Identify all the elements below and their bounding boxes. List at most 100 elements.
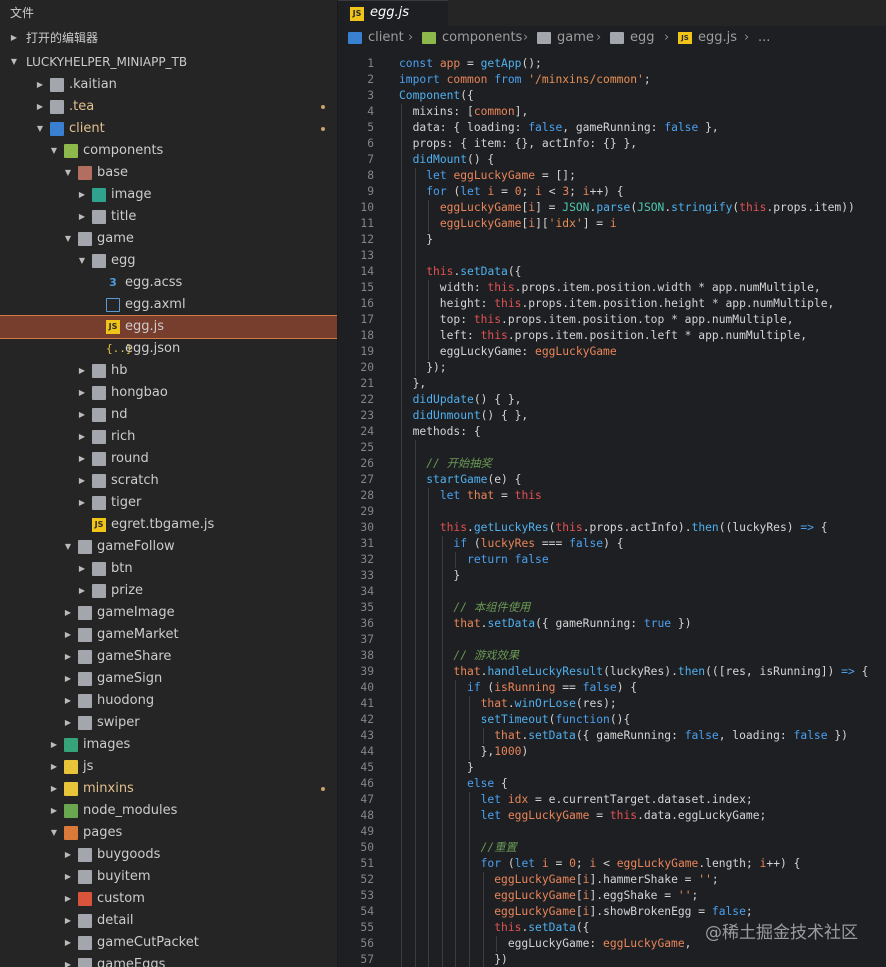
tree-folder-buygoods[interactable]: ▶ buygoods [0,844,337,866]
tree-folder-round[interactable]: ▶ round [0,448,337,470]
tree-folder-gameeggs[interactable]: ▶ gameEggs [0,954,337,967]
tree-folder-node-modules[interactable]: ▶ node_modules [0,800,337,822]
tab-egg-js[interactable]: JS egg.js [338,0,448,27]
tree-item-label: egret.tbgame.js [111,517,215,532]
code-text: } [399,761,474,774]
indent-guide [455,552,457,568]
line-number: 5 [367,121,374,134]
line-number: 7 [367,153,374,166]
code-line: 7 didMount() { [338,152,886,168]
tree-folder-components[interactable]: ▼ components [0,140,337,162]
open-editors-section[interactable]: ▶ 打开的编辑器 [0,27,337,49]
tree-folder-gameimage[interactable]: ▶ gameImage [0,602,337,624]
indent-guide [428,200,430,232]
line-number: 46 [360,777,374,790]
tree-file-egg-acss[interactable]: 3 egg.acss [0,272,337,294]
tree-folder-egg[interactable]: ▼ egg [0,250,337,272]
chevron-down-icon: ▼ [78,256,86,265]
code-text: width: this.props.item.position.width * … [399,281,821,294]
tree-folder-js[interactable]: ▶ js [0,756,337,778]
code-view[interactable]: 1 const app = getApp(); 2 import common fro… [338,56,886,967]
tree-folder-buyitem[interactable]: ▶ buyitem [0,866,337,888]
folder-icon [78,232,92,246]
line-number: 41 [360,697,374,710]
tree-folder-btn[interactable]: ▶ btn [0,558,337,580]
modified-dot-icon [321,105,325,109]
tree-folder-gameshare[interactable]: ▶ gameShare [0,646,337,668]
tree-folder-images[interactable]: ▶ images [0,734,337,756]
tree-folder-huodong[interactable]: ▶ huodong [0,690,337,712]
line-number: 29 [360,505,374,518]
line-number: 50 [360,841,374,854]
breadcrumb: client › components › game › egg › JS egg.js ›... [338,26,886,50]
code-line: 13 [338,248,886,264]
tree-item-label: image [111,187,152,202]
xml-file-icon [106,298,120,312]
tree-item-label: node_modules [83,803,178,818]
tree-folder-gamefollow[interactable]: ▼ gameFollow [0,536,337,558]
line-number: 26 [360,457,374,470]
tree-folder-kaitian[interactable]: ▶ .kaitian [0,74,337,96]
tree-folder-swiper[interactable]: ▶ swiper [0,712,337,734]
line-number: 19 [360,345,374,358]
line-number: 27 [360,473,374,486]
code-text: left: this.props.item.position.left * ap… [399,329,808,342]
tree-folder-scratch[interactable]: ▶ scratch [0,470,337,492]
folder-icon [92,364,106,378]
tree-folder-gamesign[interactable]: ▶ gameSign [0,668,337,690]
tree-folder-pages[interactable]: ▼ pages [0,822,337,844]
breadcrumb-text: egg [630,30,655,45]
folder-icon [92,210,106,224]
code-line: 23 didUnmount() { }, [338,408,886,424]
tree-item-label: gameCutPacket [97,935,199,950]
line-number: 15 [360,281,374,294]
tree-file-egg-axml[interactable]: egg.axml [0,294,337,316]
tree-folder-title[interactable]: ▶ title [0,206,337,228]
line-number: 33 [360,569,374,582]
tree-folder-tiger[interactable]: ▶ tiger [0,492,337,514]
tree-folder-client[interactable]: ▼ client [0,118,337,140]
chevron-down-icon: ▼ [10,57,18,66]
tree-folder-game[interactable]: ▼ game [0,228,337,250]
line-number: 31 [360,537,374,550]
folder-icon [92,408,106,422]
tree-file-egret-tbgame-js[interactable]: JS egret.tbgame.js [0,514,337,536]
line-number: 56 [360,937,374,950]
components-folder-icon [64,144,78,158]
chevron-right-icon: ▶ [50,784,58,793]
tree-item-label: egg.js [125,319,165,334]
line-number: 35 [360,601,374,614]
indent-guide [482,872,484,967]
tree-folder-hb[interactable]: ▶ hb [0,360,337,382]
code-text: let eggLuckyGame = this.data.eggLuckyGam… [480,809,767,822]
tree-folder-prize[interactable]: ▶ prize [0,580,337,602]
tree-folder-gamecutpacket[interactable]: ▶ gameCutPacket [0,932,337,954]
line-number: 28 [360,489,374,502]
chevron-right-icon: ▶ [64,916,72,925]
tree-folder-image[interactable]: ▶ image [0,184,337,206]
tree-folder-minxins[interactable]: ▶ minxins [0,778,337,800]
chevron-down-icon: ▼ [50,828,58,837]
folder-icon [92,254,106,268]
chevron-right-icon: ▶ [64,608,72,617]
line-number: 39 [360,665,374,678]
tree-item-label: hongbao [111,385,168,400]
tree-folder-hongbao[interactable]: ▶ hongbao [0,382,337,404]
tree-folder-gamemarket[interactable]: ▶ gameMarket [0,624,337,646]
tree-item-label: gameMarket [97,627,179,642]
tree-file-egg-js[interactable]: JS egg.js [0,315,337,339]
tree-item-label: hb [111,363,128,378]
tree-folder-rich[interactable]: ▶ rich [0,426,337,448]
line-number: 45 [360,761,374,774]
tree-folder-nd[interactable]: ▶ nd [0,404,337,426]
tree-folder-tea[interactable]: ▶ .tea [0,96,337,118]
modified-dot-icon [321,127,325,131]
tree-folder-detail[interactable]: ▶ detail [0,910,337,932]
tree-folder-base[interactable]: ▼ base [0,162,337,184]
code-text: this.getLuckyRes(this.props.actInfo).the… [439,521,828,534]
chevron-right-icon: ▶ [36,102,44,111]
code-text: },1000) [399,745,529,758]
tree-file-egg-json[interactable]: {..} egg.json [0,338,337,360]
tree-folder-custom[interactable]: ▶ custom [0,888,337,910]
project-root[interactable]: ▼ LUCKYHELPER_MINIAPP_TB [0,51,337,73]
